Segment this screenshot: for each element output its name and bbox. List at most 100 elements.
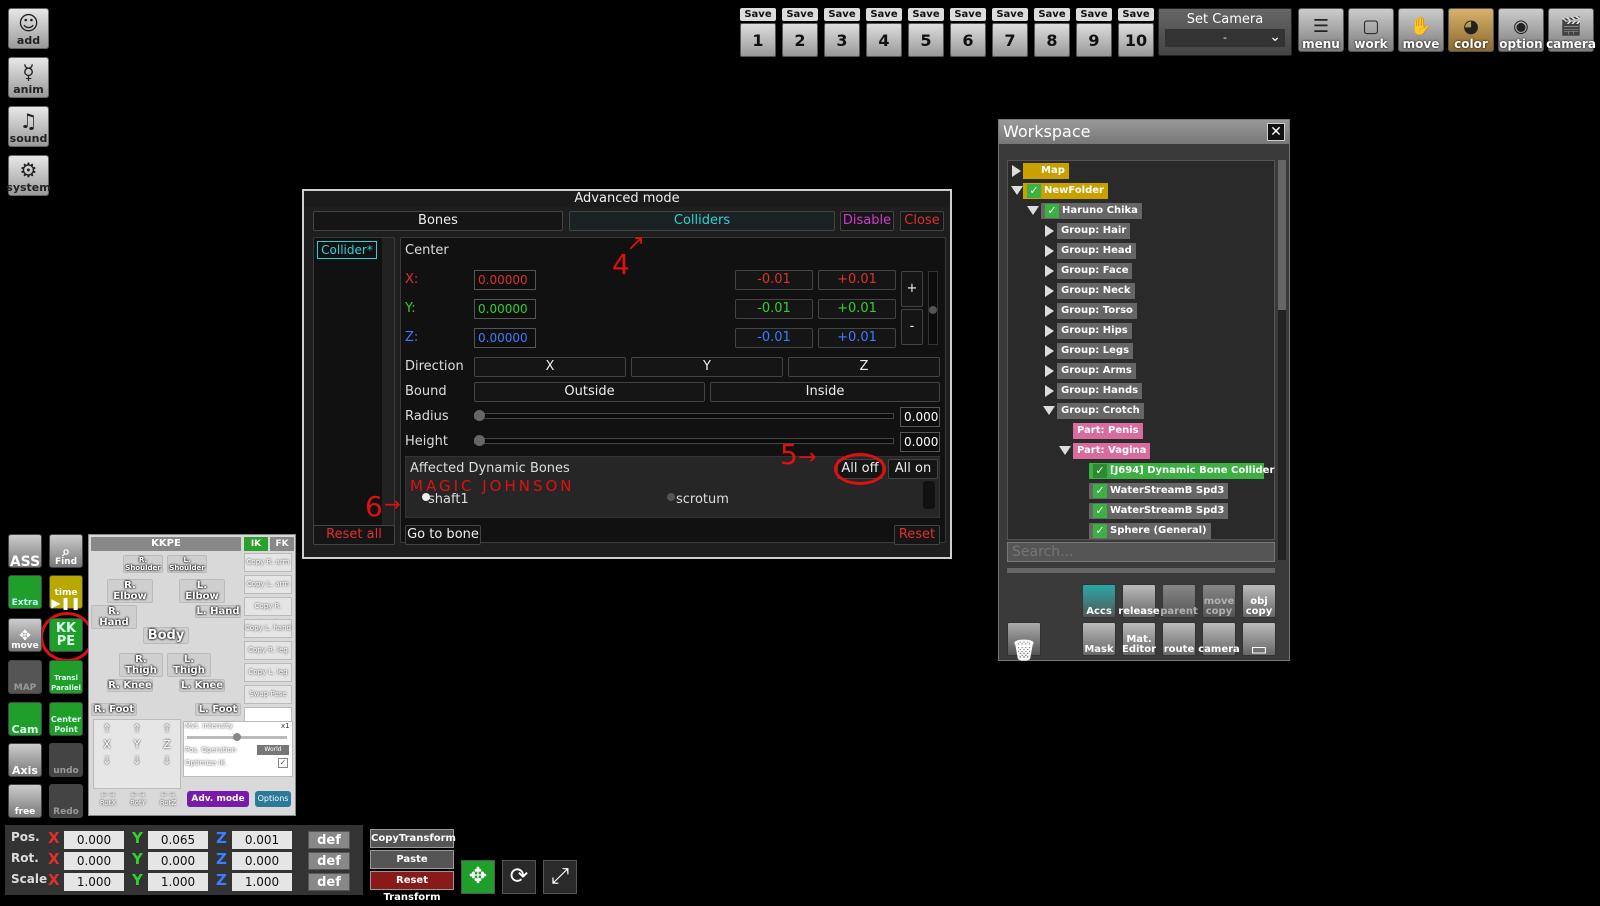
time-button[interactable]: time ▶❚❚	[49, 575, 83, 609]
rot-z-input[interactable]: 0.000	[232, 852, 292, 870]
save-slot-8[interactable]: Save 8	[1034, 8, 1070, 57]
check-icon[interactable]: ✓	[1093, 524, 1107, 538]
check-icon[interactable]: ✓	[1045, 204, 1059, 218]
y-minus-button[interactable]: -0.01	[735, 299, 813, 319]
l-hand-button[interactable]: L. Hand	[195, 605, 241, 618]
axis-button[interactable]: Axis	[8, 743, 42, 777]
extra-button[interactable]: Extra	[8, 575, 42, 609]
tree-node-waterstream-1[interactable]: ✓ WaterStreamB Spd3	[1089, 483, 1229, 499]
workspace-search-input[interactable]	[1007, 542, 1275, 562]
rot-def-button[interactable]: def	[308, 852, 350, 870]
release-button[interactable]: release	[1118, 584, 1160, 618]
tree-node-collider[interactable]: ✓ [J694] Dynamic Bone Collider	[1089, 463, 1274, 479]
accs-button[interactable]: Accs	[1082, 584, 1116, 618]
rotx-control[interactable]: ⇐ ⇒ RotX	[93, 791, 123, 807]
bones-scrollbar[interactable]	[923, 481, 935, 509]
l-thigh-button[interactable]: L. Thigh	[167, 653, 211, 677]
disable-button[interactable]: Disable	[840, 211, 894, 231]
z-minus-button[interactable]: -0.01	[735, 328, 813, 348]
camera-add-button[interactable]: camera	[1198, 622, 1240, 656]
world-button[interactable]: World	[257, 745, 289, 755]
z-plus-button[interactable]: +0.01	[818, 328, 896, 348]
set-camera-select[interactable]: Set Camera - ⌄	[1158, 8, 1292, 56]
tree-node-group-legs[interactable]: Group: Legs	[1057, 343, 1134, 359]
pos-y-input[interactable]: 0.065	[148, 831, 208, 849]
tree-node-group-neck[interactable]: Group: Neck	[1057, 283, 1135, 299]
copy-r-hand-button[interactable]: Copy R. hand	[244, 597, 292, 627]
center-point-button[interactable]: Center Point	[49, 702, 83, 736]
copy-l-hand-button[interactable]: Copy L. hand	[244, 619, 292, 638]
y-plus-button[interactable]: +0.01	[818, 299, 896, 319]
height-slider[interactable]	[474, 435, 894, 446]
check-icon[interactable]: ✓	[1093, 484, 1107, 498]
close-button[interactable]: Close	[900, 211, 944, 231]
fk-toggle[interactable]: FK	[270, 537, 294, 551]
pos-x-input[interactable]: 0.000	[64, 831, 124, 849]
adv-mode-button[interactable]: Adv. mode	[187, 791, 249, 807]
direction-z-button[interactable]: Z	[788, 357, 940, 377]
rot-x-input[interactable]: 0.000	[64, 852, 124, 870]
height-input[interactable]: 0.000	[900, 432, 940, 452]
copy-l-leg-button[interactable]: Copy L. leg	[244, 663, 292, 682]
radius-slider-handle[interactable]	[474, 410, 485, 421]
direction-y-button[interactable]: Y	[631, 357, 783, 377]
anim-button[interactable]: ☿ anim	[8, 57, 49, 98]
mask-button[interactable]: Mask	[1082, 622, 1116, 656]
save-slot-3[interactable]: Save 3	[824, 8, 860, 57]
y-up-arrow-icon[interactable]: ⇑	[127, 721, 147, 737]
free-button[interactable]: free	[8, 784, 42, 818]
ass-button[interactable]: ASS	[8, 534, 42, 569]
tree-node-part-penis[interactable]: Part: Penis	[1073, 423, 1143, 439]
r-elbow-button[interactable]: R. Elbow	[107, 579, 153, 603]
y-down-arrow-icon[interactable]: ⇓	[127, 753, 147, 769]
pos-z-input[interactable]: 0.001	[232, 831, 292, 849]
menu-button[interactable]: ☰ menu	[1298, 8, 1344, 52]
l-shoulder-button[interactable]: L. Shoulder	[167, 555, 207, 573]
move-copy-button[interactable]: move copy	[1202, 584, 1236, 618]
move-button[interactable]: ✋ move	[1398, 8, 1444, 52]
copy-r-leg-button[interactable]: Copy R. leg	[244, 641, 292, 660]
center-y-input[interactable]: 0.00000	[474, 299, 536, 319]
r-thigh-button[interactable]: R. Thigh	[119, 653, 163, 677]
scale-x-input[interactable]: 1.000	[64, 873, 124, 891]
options-button[interactable]: Options	[255, 791, 291, 807]
r-hand-button[interactable]: R. Hand	[91, 605, 137, 629]
z-up-arrow-icon[interactable]: ⇑	[157, 721, 177, 737]
delete-button[interactable]: 🗑	[1007, 622, 1041, 660]
folder-button[interactable]: ▭	[1242, 622, 1276, 659]
x-down-arrow-icon[interactable]: ⇓	[97, 753, 117, 769]
x-up-arrow-icon[interactable]: ⇑	[97, 721, 117, 737]
workspace-scrollbar[interactable]	[1278, 160, 1286, 560]
tree-node-group-arms[interactable]: Group: Arms	[1057, 363, 1136, 379]
tree-node-group-hips[interactable]: Group: Hips	[1057, 323, 1132, 339]
tree-node-group-head[interactable]: Group: Head	[1057, 243, 1136, 259]
reset-all-button[interactable]: Reset all	[313, 525, 395, 545]
tree-node-group-hands[interactable]: Group: Hands	[1057, 383, 1143, 399]
pos-def-button[interactable]: def	[308, 831, 350, 849]
reset-transform-button[interactable]: Reset Transform	[370, 871, 454, 903]
parent-button[interactable]: parent	[1160, 584, 1198, 618]
sound-button[interactable]: ♫ sound	[8, 106, 49, 147]
reset-button[interactable]: Reset	[894, 525, 940, 545]
check-icon[interactable]: ✓	[1027, 184, 1041, 198]
workspace-close-icon[interactable]: ✕	[1267, 123, 1285, 141]
scale-y-input[interactable]: 1.000	[148, 873, 208, 891]
copy-transform-button[interactable]: CopyTransform	[370, 829, 456, 848]
radius-slider[interactable]	[474, 410, 894, 421]
scale-def-button[interactable]: def	[308, 873, 350, 891]
radius-input[interactable]: 0.000	[900, 407, 940, 427]
system-button[interactable]: ⚙ system	[6, 155, 51, 196]
ik-toggle[interactable]: IK	[244, 537, 268, 551]
check-icon[interactable]: ✓	[1093, 504, 1107, 518]
check-icon[interactable]: ✓	[1093, 464, 1107, 478]
tree-node-waterstream-2[interactable]: ✓ WaterStreamB Spd3	[1089, 503, 1229, 519]
bound-inside-button[interactable]: Inside	[710, 382, 940, 402]
save-slot-1[interactable]: Save 1	[740, 8, 776, 57]
l-elbow-button[interactable]: L. Elbow	[179, 579, 225, 603]
tree-node-part-vagina[interactable]: Part: Vagina	[1073, 443, 1151, 459]
add-button[interactable]: ☺ add	[8, 8, 49, 49]
cam-button[interactable]: Cam	[8, 702, 42, 736]
scale-z-input[interactable]: 1.000	[232, 873, 292, 891]
tab-bones[interactable]: Bones	[313, 211, 563, 231]
bound-outside-button[interactable]: Outside	[474, 382, 705, 402]
